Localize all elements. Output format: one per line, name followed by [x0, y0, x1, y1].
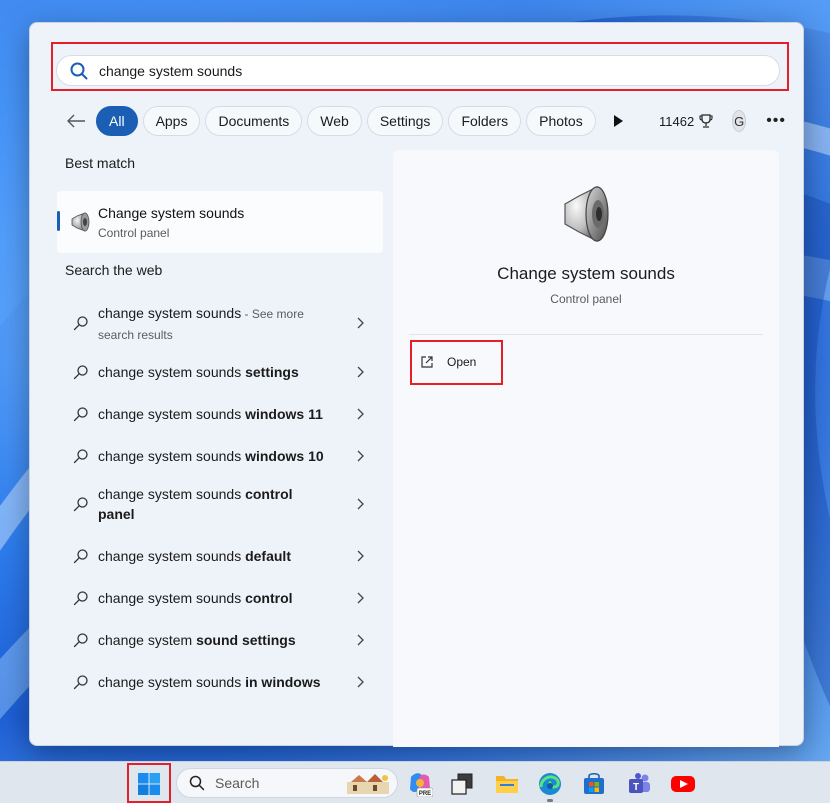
chevron-right-icon — [357, 592, 364, 604]
web-suggestion-text: change system sounds — [98, 674, 246, 690]
web-suggestion-bold: sound settings — [196, 632, 296, 648]
best-match-heading: Best match — [65, 155, 136, 171]
preview-subtitle: Control panel — [550, 292, 622, 306]
back-button[interactable] — [66, 109, 86, 133]
web-suggestion-text: change system sounds — [98, 548, 246, 564]
copilot-pre-icon[interactable]: PRE — [407, 771, 433, 797]
chevron-right-icon — [357, 550, 364, 562]
web-suggestion-text: change system sounds — [98, 406, 246, 422]
search-icon — [73, 591, 88, 606]
trophy-icon — [699, 114, 713, 128]
web-suggestion-text: change system sounds — [98, 305, 242, 321]
web-suggestion-item[interactable]: change system sounds - See more search r… — [57, 300, 383, 346]
chevron-right-icon — [357, 450, 364, 462]
file-explorer-icon[interactable] — [494, 771, 520, 797]
web-suggestion-item[interactable]: change system sounds default — [57, 536, 383, 576]
open-button-label: Open — [447, 355, 477, 369]
teams-icon[interactable]: T — [626, 771, 652, 797]
search-icon — [189, 775, 205, 791]
filter-settings[interactable]: Settings — [366, 106, 444, 136]
web-suggestion-item[interactable]: change system sounds in windows — [57, 662, 383, 702]
web-suggestion-bold: windows 11 — [245, 406, 323, 422]
search-icon — [73, 549, 88, 564]
selection-indicator — [57, 211, 60, 231]
search-icon — [73, 449, 88, 464]
chevron-right-icon — [357, 317, 364, 329]
web-suggestion-text: change system — [98, 632, 197, 648]
search-icon — [73, 633, 88, 648]
microsoft-store-icon[interactable] — [581, 771, 607, 797]
chevron-right-icon — [357, 366, 364, 378]
search-highlight-icon — [347, 774, 389, 794]
filter-folders[interactable]: Folders — [448, 106, 522, 136]
best-match-item[interactable]: Change system sounds Control panel — [57, 191, 383, 253]
search-web-heading: Search the web — [65, 262, 163, 278]
web-suggestion-item[interactable]: change system sounds windows 11 — [57, 394, 383, 434]
open-button[interactable]: Open — [419, 350, 476, 374]
filter-all[interactable]: All — [96, 106, 138, 136]
web-suggestion-text: change system sounds — [98, 486, 246, 502]
web-suggestion-bold: in windows — [245, 674, 321, 690]
divider — [409, 334, 763, 335]
rewards-points-value: 11462 — [659, 113, 695, 129]
more-options-icon[interactable]: ••• — [766, 112, 786, 130]
taskbar: Search PRE T — [0, 761, 830, 803]
web-suggestion-text: change system sounds — [98, 364, 246, 380]
web-suggestion-item[interactable]: change system sounds windows 10 — [57, 436, 383, 476]
chevron-right-icon — [357, 676, 364, 688]
arrow-left-icon — [67, 114, 85, 128]
filter-apps[interactable]: Apps — [142, 106, 201, 136]
filter-web[interactable]: Web — [307, 106, 362, 136]
taskbar-search-label: Search — [215, 775, 260, 791]
chevron-right-icon — [357, 634, 364, 646]
svg-text:PRE: PRE — [419, 791, 431, 797]
preview-title: Change system sounds — [497, 264, 675, 283]
account-avatar[interactable]: G — [732, 110, 747, 132]
best-match-subtitle: Control panel — [98, 226, 170, 240]
web-suggestion-text: change system sounds — [98, 448, 246, 464]
chevron-right-icon — [357, 498, 364, 510]
filter-bar: All Apps Documents Web Settings Folders … — [66, 105, 786, 137]
start-search-panel: All Apps Documents Web Settings Folders … — [29, 22, 804, 747]
web-suggestion-item[interactable]: change system sound settings — [57, 620, 383, 660]
search-icon — [73, 497, 88, 512]
youtube-icon[interactable] — [670, 771, 696, 797]
chevron-right-icon — [357, 408, 364, 420]
search-input[interactable] — [99, 62, 699, 79]
svg-text:T: T — [633, 782, 639, 793]
speaker-icon — [71, 212, 90, 232]
task-view-icon[interactable] — [449, 771, 475, 797]
taskbar-search-box[interactable]: Search — [176, 768, 398, 798]
search-icon — [73, 316, 88, 331]
web-suggestion-bold: windows 10 — [245, 448, 324, 464]
search-icon — [73, 365, 88, 380]
search-box[interactable] — [56, 55, 780, 86]
play-icon — [613, 115, 623, 127]
web-suggestion-bold: settings — [245, 364, 299, 380]
web-suggestion-item[interactable]: change system sounds control — [57, 578, 383, 618]
running-indicator — [547, 799, 553, 802]
web-suggestion-bold: control — [245, 590, 293, 606]
search-icon — [73, 675, 88, 690]
filter-documents[interactable]: Documents — [205, 106, 303, 136]
web-suggestion-item[interactable]: change system sounds settings — [57, 352, 383, 392]
preview-pane: Change system sounds Control panel Open — [393, 150, 779, 747]
best-match-title: Change system sounds — [98, 205, 245, 221]
search-icon — [73, 407, 88, 422]
web-suggestion-item[interactable]: change system sounds control panel — [57, 478, 383, 530]
filter-photos[interactable]: Photos — [526, 106, 596, 136]
web-suggestion-bold: default — [245, 548, 291, 564]
web-suggestion-text: change system sounds — [98, 590, 246, 606]
open-external-icon — [421, 356, 433, 368]
speaker-icon — [564, 186, 609, 242]
search-icon — [70, 62, 88, 79]
edge-icon[interactable] — [537, 771, 563, 797]
rewards-points[interactable]: 11462 — [659, 113, 714, 129]
windows-start-icon[interactable] — [137, 772, 161, 796]
more-filters-button[interactable] — [611, 109, 625, 133]
